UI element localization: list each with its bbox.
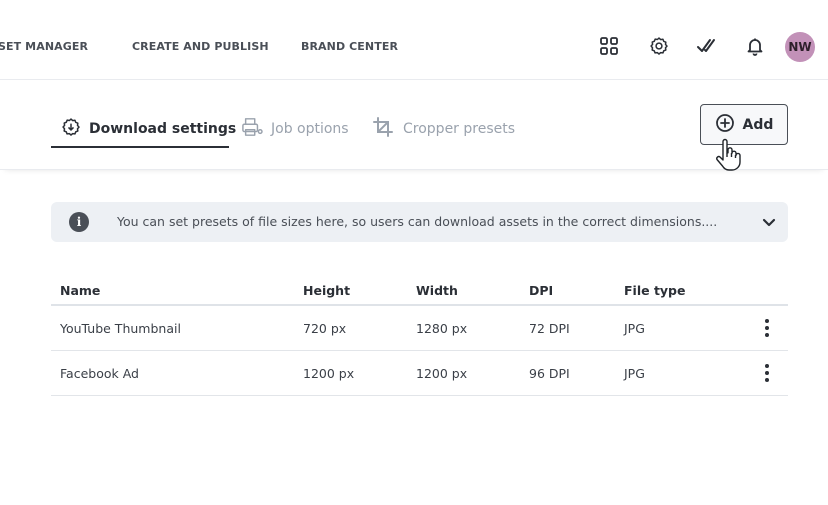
nav-item-create-and-publish[interactable]: CREATE AND PUBLISH <box>132 40 269 53</box>
cell-width: 1200 px <box>416 366 468 381</box>
cell-dpi: 96 DPI <box>529 366 570 381</box>
column-header-height[interactable]: Height <box>303 283 350 298</box>
settings-gear-icon[interactable] <box>647 34 671 58</box>
column-header-width[interactable]: Width <box>416 283 458 298</box>
nav-item-brand-center[interactable]: BRAND CENTER <box>301 40 398 53</box>
plus-circle-icon <box>715 113 735 137</box>
chevron-down-icon[interactable] <box>761 214 777 230</box>
hand-cursor-icon <box>714 138 742 172</box>
cell-name: Facebook Ad <box>60 366 139 381</box>
add-button-label: Add <box>742 116 774 133</box>
download-settings-icon <box>61 117 81 141</box>
tab-label: Download settings <box>89 121 237 137</box>
column-header-file-type[interactable]: File type <box>624 283 686 298</box>
info-banner-text: You can set presets of file sizes here, … <box>117 214 718 229</box>
presets-table: Name Height Width DPI File type YouTube … <box>51 276 788 396</box>
check-double-icon[interactable] <box>694 34 718 58</box>
table-header: Name Height Width DPI File type <box>51 276 788 306</box>
cell-height: 1200 px <box>303 366 355 381</box>
crop-icon <box>373 117 395 141</box>
job-options-icon <box>241 117 263 141</box>
column-header-dpi[interactable]: DPI <box>529 283 553 298</box>
row-menu-icon[interactable] <box>759 318 775 338</box>
bell-icon[interactable] <box>743 34 767 58</box>
cell-height: 720 px <box>303 321 347 336</box>
tab-job-options[interactable]: Job options <box>241 114 349 144</box>
avatar[interactable]: NW <box>785 32 815 62</box>
tab-cropper-presets[interactable]: Cropper presets <box>373 114 515 144</box>
cell-width: 1280 px <box>416 321 468 336</box>
info-icon: i <box>69 212 89 232</box>
cell-file-type: JPG <box>624 366 645 381</box>
row-menu-icon[interactable] <box>759 363 775 383</box>
cell-file-type: JPG <box>624 321 645 336</box>
tab-download-settings[interactable]: Download settings <box>61 114 236 144</box>
nav-item-set-manager[interactable]: SET MANAGER <box>0 40 88 53</box>
cell-dpi: 72 DPI <box>529 321 570 336</box>
table-row[interactable]: YouTube Thumbnail 720 px 1280 px 72 DPI … <box>51 306 788 351</box>
column-header-name[interactable]: Name <box>60 283 100 298</box>
tab-label: Job options <box>271 121 349 137</box>
table-row[interactable]: Facebook Ad 1200 px 1200 px 96 DPI JPG <box>51 351 788 396</box>
tab-label: Cropper presets <box>403 121 516 137</box>
cell-name: YouTube Thumbnail <box>60 321 181 336</box>
apps-grid-icon[interactable] <box>597 34 621 58</box>
active-tab-indicator <box>51 146 229 148</box>
info-banner: i You can set presets of file sizes here… <box>51 202 788 242</box>
top-navigation: SET MANAGER CREATE AND PUBLISH BRAND CEN… <box>0 14 828 80</box>
